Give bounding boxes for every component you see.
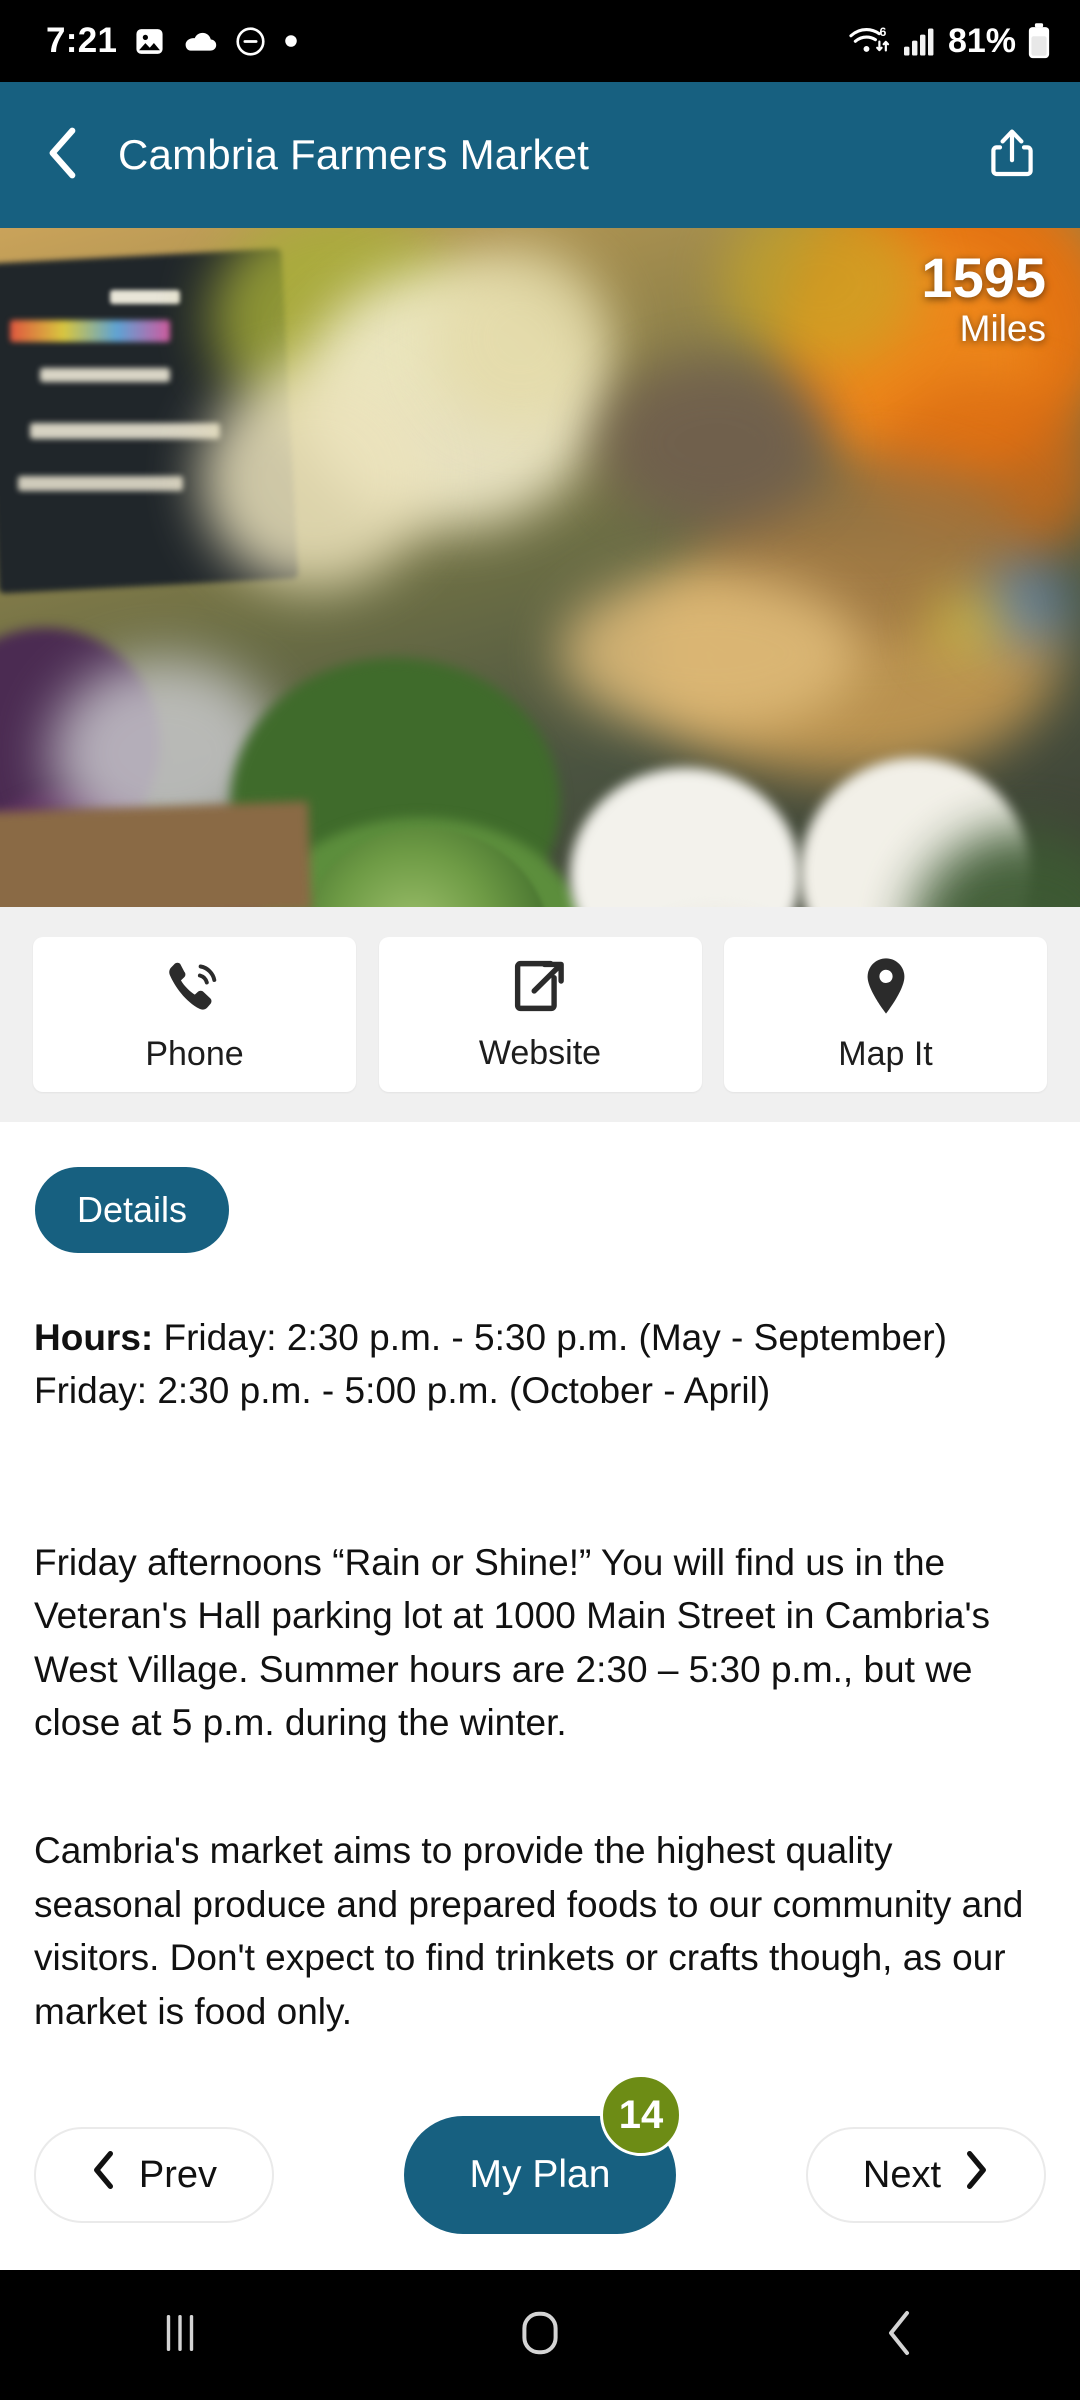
status-bar-left: 7:21	[46, 21, 299, 61]
svg-text:6: 6	[879, 25, 886, 39]
battery-icon	[1026, 22, 1052, 60]
description-paragraph-2: Cambria's market aims to provide the hig…	[34, 1830, 1024, 2033]
map-pin-icon	[860, 956, 912, 1021]
photo-icon	[133, 25, 166, 58]
prev-button[interactable]: Prev	[34, 2127, 274, 2223]
tab-details[interactable]: Details	[35, 1167, 230, 1253]
phone-icon	[165, 956, 225, 1021]
status-time: 7:21	[46, 21, 118, 60]
status-bar: 7:21 6 81%	[0, 0, 1080, 82]
website-button[interactable]: Website	[378, 937, 702, 1092]
next-button[interactable]: Next	[806, 2127, 1046, 2223]
back-icon	[883, 2309, 917, 2362]
recents-icon	[160, 2311, 200, 2360]
phone-label: Phone	[145, 1034, 244, 1073]
my-plan-wrapper: My Plan 14	[404, 2074, 682, 2234]
phone-button[interactable]: Phone	[33, 937, 356, 1092]
description-paragraph-1: Friday afternoons “Rain or Shine!” You w…	[34, 1541, 991, 1744]
description-section: Friday afternoons “Rain or Shine!” You w…	[0, 1418, 1080, 2039]
page-title: Cambria Farmers Market	[118, 131, 590, 178]
recents-button[interactable]	[120, 2290, 240, 2380]
hours-label: Hours:	[34, 1317, 154, 1358]
status-bar-right: 6 81%	[848, 22, 1052, 61]
map-it-label: Map It	[838, 1034, 933, 1073]
distance-unit: Miles	[959, 308, 1046, 350]
hero-artwork	[0, 228, 1080, 907]
share-icon	[988, 127, 1036, 184]
cloud-icon	[182, 28, 218, 54]
app-header: Cambria Farmers Market	[0, 82, 1080, 228]
hours-line-2: Friday: 2:30 p.m. - 5:00 p.m. (October -…	[34, 1370, 771, 1412]
home-icon	[518, 2309, 562, 2362]
next-label: Next	[862, 2153, 942, 2196]
tab-row: Details	[0, 1122, 1080, 1253]
back-button[interactable]	[36, 127, 90, 184]
chevron-right-icon	[963, 2150, 989, 2200]
back-button[interactable]	[840, 2290, 960, 2380]
wifi-icon: 6	[848, 23, 892, 59]
chevron-left-icon	[45, 127, 81, 184]
prev-label: Prev	[138, 2153, 218, 2196]
bottom-navigation-bar: Prev My Plan 14 Next	[0, 2074, 1080, 2270]
chevron-left-icon	[91, 2150, 117, 2200]
action-bar: Phone Website Map It	[0, 907, 1080, 1122]
home-button[interactable]	[480, 2290, 600, 2380]
do-not-disturb-icon	[234, 25, 267, 58]
hours-line-1: Hours: Friday: 2:30 p.m. - 5:30 p.m. (Ma…	[34, 1311, 1046, 1364]
website-label: Website	[478, 1033, 602, 1072]
my-plan-label: My Plan	[469, 2153, 611, 2196]
external-link-icon	[511, 957, 569, 1020]
hero-image: 1595 Miles	[0, 228, 1080, 907]
cellular-signal-icon	[902, 25, 938, 57]
hours-section: Hours: Friday: 2:30 p.m. - 5:30 p.m. (Ma…	[0, 1253, 1080, 1418]
dot-icon	[283, 33, 299, 49]
share-button[interactable]	[980, 123, 1044, 187]
map-it-button[interactable]: Map It	[724, 937, 1047, 1092]
distance-badge: 1595 Miles	[921, 248, 1046, 352]
battery-percent: 81%	[947, 21, 1016, 60]
distance-value: 1595	[921, 246, 1046, 309]
system-navigation-bar	[0, 2270, 1080, 2400]
hours-value-1: Friday: 2:30 p.m. - 5:30 p.m. (May - Sep…	[153, 1317, 947, 1358]
my-plan-badge: 14	[600, 2074, 682, 2156]
